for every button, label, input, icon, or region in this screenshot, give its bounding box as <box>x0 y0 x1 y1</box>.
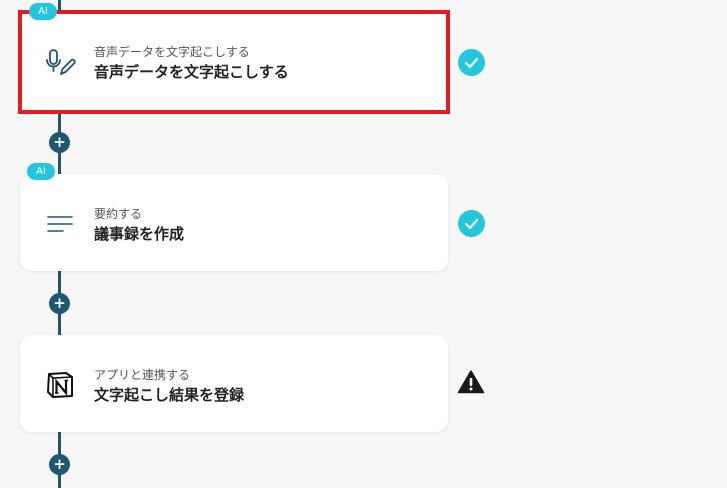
add-step-button[interactable]: + <box>49 454 70 475</box>
step-title: 文字起こし結果を登録 <box>94 386 245 404</box>
step-action-label: 要約する <box>94 207 143 221</box>
step-title: 音声データを文字起こしする <box>94 63 289 81</box>
step-action-label: アプリと連携する <box>94 368 191 382</box>
step-card-notion[interactable]: アプリと連携する 文字起こし結果を登録 <box>20 335 448 432</box>
step-title: 議事録を作成 <box>94 225 185 243</box>
completed-check-icon <box>458 210 485 237</box>
add-step-button[interactable]: + <box>49 293 70 314</box>
step-card-transcribe[interactable]: AI 音声データを文字起こしする 音声データを文字起こしする <box>18 3 450 114</box>
step-action-label: 音声データを文字起こしする <box>94 45 250 59</box>
step-card-summarize[interactable]: AI 要約する 議事録を作成 <box>20 163 448 271</box>
add-step-button[interactable]: + <box>49 132 70 153</box>
microphone-pen-icon <box>44 47 76 79</box>
text-lines-icon <box>44 208 76 240</box>
ai-badge: AI <box>27 163 55 180</box>
notion-logo-icon <box>44 369 76 401</box>
flow-connector-line <box>58 0 61 12</box>
warning-icon <box>457 369 485 395</box>
ai-badge: AI <box>29 3 57 20</box>
completed-check-icon <box>458 49 485 76</box>
